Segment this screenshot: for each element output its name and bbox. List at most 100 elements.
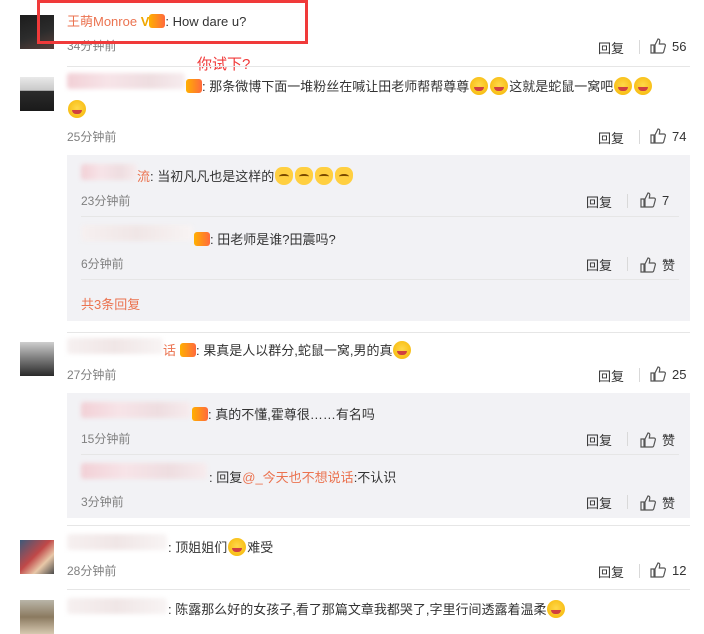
reply-time: 6分钟前 xyxy=(81,257,124,271)
highlight-box xyxy=(37,0,308,44)
reply-line: 流: 当初凡凡也是这样的 xyxy=(137,166,354,185)
crying-emoji-icon xyxy=(547,600,566,618)
comment-text: 陈露那么好的女孩子,看了那篇文章我都哭了,字里行间透露着温柔 xyxy=(175,602,547,617)
avatar[interactable] xyxy=(20,342,54,376)
divider xyxy=(627,432,628,446)
reply-thread: : 真的不懂,霍尊很……有名吗 15分钟前 回复 赞 : 回复@_今天也不想说话… xyxy=(67,393,690,518)
like-button[interactable]: 赞 xyxy=(640,430,675,449)
like-count: 74 xyxy=(672,128,687,144)
comment-line: : 那条微博下面一堆粉丝在喊让田老师帮帮尊尊 这就是蛇鼠一窝吧 xyxy=(186,76,653,95)
crying-emoji-icon xyxy=(490,77,509,95)
crying-emoji-icon xyxy=(634,77,653,95)
reply-line: : 回复@_今天也不想说话:不认识 xyxy=(209,470,397,485)
thumbs-up-icon xyxy=(650,38,666,54)
reply-button[interactable]: 回复 xyxy=(598,128,624,147)
more-replies-link[interactable]: 共3条回复 xyxy=(81,294,140,313)
blurred-username xyxy=(67,338,163,354)
thumbs-up-icon xyxy=(640,494,656,511)
reply-thread: 流: 当初凡凡也是这样的 23分钟前 回复 7 : 田老师是谁?田震吗? 6分钟… xyxy=(67,155,690,321)
comment-time: 25分钟前 xyxy=(67,130,117,144)
like-label: 赞 xyxy=(662,258,676,273)
divider xyxy=(67,66,690,67)
reply-button[interactable]: 回复 xyxy=(586,493,612,512)
reply-text: 真的不懂,霍尊很……有名吗 xyxy=(215,407,375,422)
divider xyxy=(639,40,640,54)
like-label: 赞 xyxy=(662,433,676,448)
comment-time: 27分钟前 xyxy=(67,368,117,382)
thumbs-up-icon xyxy=(640,256,656,273)
like-button[interactable]: 赞 xyxy=(640,493,675,512)
reply-button[interactable]: 回复 xyxy=(598,366,624,385)
reply-time: 23分钟前 xyxy=(81,194,131,208)
like-button[interactable]: 56 xyxy=(650,38,686,54)
mention-link[interactable]: @_今天也不想说话 xyxy=(242,470,353,485)
like-label: 赞 xyxy=(662,496,676,511)
comment-line: : 顶姐姐们 难受 xyxy=(168,538,274,556)
reply-button[interactable]: 回复 xyxy=(598,38,624,57)
comment-text: 那条微博下面一堆粉丝在喊让田老师帮帮尊尊 xyxy=(209,79,470,94)
divider xyxy=(81,279,679,280)
divider xyxy=(67,525,690,526)
reply-line: : 真的不懂,霍尊很……有名吗 xyxy=(192,404,375,423)
crying-emoji-icon xyxy=(228,538,247,556)
like-button[interactable]: 7 xyxy=(640,192,669,208)
cat-emoji-icon xyxy=(295,167,314,185)
avatar[interactable] xyxy=(20,77,54,111)
username[interactable]: 流 xyxy=(137,169,150,184)
divider xyxy=(627,495,628,509)
crying-emoji-icon xyxy=(470,77,489,95)
avatar[interactable] xyxy=(20,600,54,634)
cat-emoji-icon xyxy=(315,167,334,185)
reply-button[interactable]: 回复 xyxy=(586,430,612,449)
comment-time: 28分钟前 xyxy=(67,564,117,578)
comment-line: : 陈露那么好的女孩子,看了那篇文章我都哭了,字里行间透露着温柔 xyxy=(168,599,566,618)
comment-text: 顶姐姐们 xyxy=(175,540,228,555)
avatar[interactable] xyxy=(20,540,54,574)
divider xyxy=(81,454,679,455)
divider xyxy=(639,368,640,382)
reply-text: :不认识 xyxy=(353,470,397,485)
fan-badge-icon xyxy=(180,343,197,357)
divider xyxy=(81,216,679,217)
divider xyxy=(67,332,690,333)
reply-button[interactable]: 回复 xyxy=(598,562,624,581)
blurred-username xyxy=(67,598,167,614)
blurred-username xyxy=(67,73,185,89)
like-count: 25 xyxy=(672,366,687,382)
like-button[interactable]: 25 xyxy=(650,366,686,382)
comment-text: 果真是人以群分,蛇鼠一窝,男的真 xyxy=(203,343,393,358)
reply-time: 3分钟前 xyxy=(81,495,124,509)
like-button[interactable]: 赞 xyxy=(640,255,675,274)
blurred-username xyxy=(67,534,167,550)
thumbs-up-icon xyxy=(640,192,656,208)
comment-text-2: 这就是蛇鼠一窝吧 xyxy=(509,79,614,94)
crying-emoji-icon xyxy=(614,77,633,95)
username[interactable]: 话 xyxy=(163,343,176,358)
thumbs-up-icon xyxy=(650,366,666,382)
reply-time: 15分钟前 xyxy=(81,432,131,446)
thumbs-up-icon xyxy=(650,562,666,578)
blurred-username xyxy=(81,164,137,180)
blurred-username xyxy=(81,463,207,479)
reply-text: 田老师是谁?田震吗? xyxy=(217,232,336,247)
like-count: 12 xyxy=(672,562,687,578)
fan-badge-icon xyxy=(192,407,208,421)
divider xyxy=(67,589,690,590)
like-button[interactable]: 12 xyxy=(650,562,686,578)
reply-button[interactable]: 回复 xyxy=(586,192,612,211)
like-count: 56 xyxy=(672,38,687,54)
comment-line: 话: 果真是人以群分,蛇鼠一窝,男的真 xyxy=(163,340,412,359)
like-count: 7 xyxy=(662,192,670,208)
crying-emoji-icon xyxy=(393,341,412,359)
thumbs-up-icon xyxy=(650,128,666,144)
divider xyxy=(627,257,628,271)
thumbs-up-icon xyxy=(640,431,656,448)
reply-text: 当初凡凡也是这样的 xyxy=(157,169,275,184)
blurred-username xyxy=(81,225,193,241)
blurred-username xyxy=(81,402,191,418)
divider xyxy=(627,194,628,208)
divider xyxy=(639,564,640,578)
like-button[interactable]: 74 xyxy=(650,128,686,144)
cat-emoji-icon xyxy=(275,167,294,185)
reply-button[interactable]: 回复 xyxy=(586,255,612,274)
